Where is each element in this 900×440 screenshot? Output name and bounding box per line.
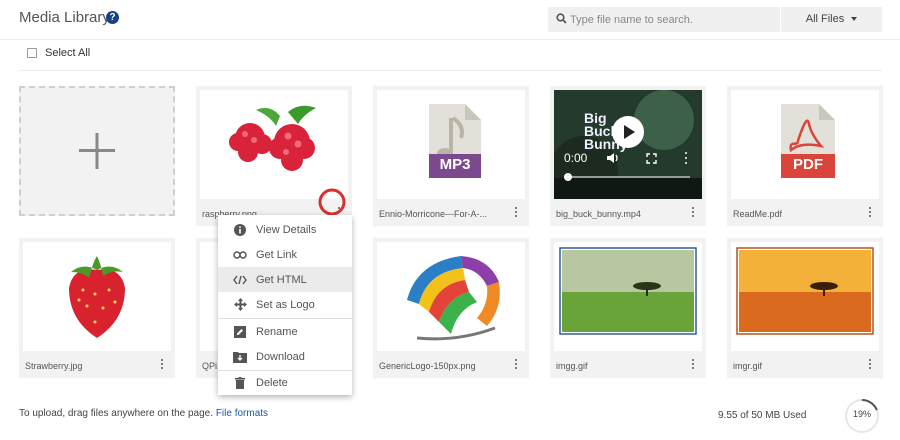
file-card[interactable]: MP3 Ennio-Morricone---For-A-... xyxy=(373,86,529,226)
file-card[interactable]: imgg.gif xyxy=(550,238,706,378)
page-header: Media Library ? All Files xyxy=(0,0,900,40)
file-name: imgr.gif xyxy=(733,361,763,371)
more-options-icon[interactable] xyxy=(863,202,877,224)
file-type-filter[interactable]: All Files xyxy=(781,7,882,32)
menu-item-label: Delete xyxy=(256,376,288,389)
video-time: 0:00 xyxy=(564,151,588,165)
file-thumbnail[interactable] xyxy=(554,242,702,351)
mp3-file-icon xyxy=(429,104,481,178)
file-name: imgg.gif xyxy=(556,361,588,371)
menu-item-view-details[interactable]: View Details xyxy=(218,217,352,242)
highlight-ring xyxy=(318,188,346,216)
pdf-badge-label: PDF xyxy=(793,156,823,173)
file-thumbnail[interactable] xyxy=(377,242,525,351)
file-formats-link[interactable]: File formats xyxy=(216,408,268,419)
seek-bar[interactable] xyxy=(564,173,690,181)
link-icon xyxy=(233,248,247,262)
menu-item-label: Rename xyxy=(256,325,298,338)
menu-item-label: Get Link xyxy=(256,248,297,261)
more-options-icon[interactable] xyxy=(686,202,700,224)
file-name: big_buck_bunny.mp4 xyxy=(556,209,641,219)
select-all[interactable]: Select All xyxy=(27,47,90,59)
strawberry-image xyxy=(69,256,125,338)
menu-item-delete[interactable]: Delete xyxy=(218,370,352,395)
volume-icon[interactable] xyxy=(606,152,620,164)
video-player[interactable]: Big Buck Bunny 0:00 xyxy=(554,90,702,199)
download-icon xyxy=(233,350,247,364)
divider xyxy=(19,70,882,71)
more-options-icon[interactable] xyxy=(155,354,169,376)
menu-item-label: Set as Logo xyxy=(256,298,315,311)
file-card[interactable]: imgr.gif xyxy=(727,238,883,378)
generic-logo-image xyxy=(407,256,500,341)
help-icon[interactable]: ? xyxy=(106,11,119,24)
green-landscape-image xyxy=(559,247,697,335)
mp3-badge-label: MP3 xyxy=(439,156,471,173)
page-title: Media Library xyxy=(19,9,110,26)
menu-item-get-link[interactable]: Get Link xyxy=(218,242,352,267)
storage-progress-ring: 19% xyxy=(843,397,881,435)
upload-hint-text: To upload, drag files anywhere on the pa… xyxy=(19,408,214,419)
file-card[interactable]: Strawberry.jpg xyxy=(19,238,175,378)
plus-icon xyxy=(79,133,115,169)
menu-item-label: Download xyxy=(256,350,305,363)
storage-percent: 19% xyxy=(852,409,871,419)
menu-item-label: Get HTML xyxy=(256,273,307,286)
file-thumbnail[interactable] xyxy=(731,242,879,351)
upload-hint: To upload, drag files anywhere on the pa… xyxy=(19,408,268,419)
more-options-icon[interactable] xyxy=(686,354,700,376)
file-card[interactable]: GenericLogo-150px.png xyxy=(373,238,529,378)
trash-icon xyxy=(233,376,247,390)
file-thumbnail[interactable] xyxy=(200,90,348,199)
player-more-icon[interactable] xyxy=(684,151,688,165)
menu-item-rename[interactable]: Rename xyxy=(218,319,352,344)
file-thumbnail[interactable]: MP3 xyxy=(377,90,525,199)
menu-item-label: View Details xyxy=(256,223,317,236)
search-input[interactable] xyxy=(570,10,770,29)
file-name: GenericLogo-150px.png xyxy=(379,361,476,371)
file-card[interactable]: Big Buck Bunny 0:00 big_buck_bunny.mp4 xyxy=(550,86,706,226)
file-name: Ennio-Morricone---For-A-... xyxy=(379,209,488,219)
info-icon xyxy=(233,223,247,237)
play-icon[interactable] xyxy=(612,116,644,148)
menu-item-set-as-logo[interactable]: Set as Logo xyxy=(218,292,352,317)
file-name: Strawberry.jpg xyxy=(25,361,83,371)
code-icon xyxy=(233,273,247,287)
menu-item-get-html[interactable]: Get HTML xyxy=(218,267,352,292)
storage-used: 9.55 of 50 MB Used xyxy=(718,410,807,421)
fullscreen-icon[interactable] xyxy=(646,153,657,164)
file-thumbnail[interactable]: PDF xyxy=(731,90,879,199)
file-thumbnail[interactable] xyxy=(23,242,171,351)
more-options-icon[interactable] xyxy=(509,354,523,376)
context-menu: View Details Get Link Get HTML Set as Lo… xyxy=(218,215,352,395)
file-card[interactable]: PDF ReadMe.pdf xyxy=(727,86,883,226)
menu-item-download[interactable]: Download xyxy=(218,344,352,369)
select-all-checkbox[interactable] xyxy=(27,48,37,58)
more-options-icon[interactable] xyxy=(863,354,877,376)
more-options-icon[interactable] xyxy=(509,202,523,224)
upload-tile[interactable] xyxy=(19,86,175,216)
file-type-filter-label: All Files xyxy=(805,13,845,25)
file-card[interactable]: raspberry.png xyxy=(196,86,352,226)
chevron-down-icon xyxy=(851,17,858,22)
file-name: ReadMe.pdf xyxy=(733,209,783,219)
search-box[interactable] xyxy=(548,7,780,32)
select-all-label: Select All xyxy=(45,47,91,59)
edit-icon xyxy=(233,325,247,339)
pdf-file-icon xyxy=(781,104,835,178)
orange-landscape-image xyxy=(736,247,874,335)
raspberry-image xyxy=(229,105,316,171)
move-icon xyxy=(233,298,247,312)
search-icon xyxy=(556,13,567,24)
